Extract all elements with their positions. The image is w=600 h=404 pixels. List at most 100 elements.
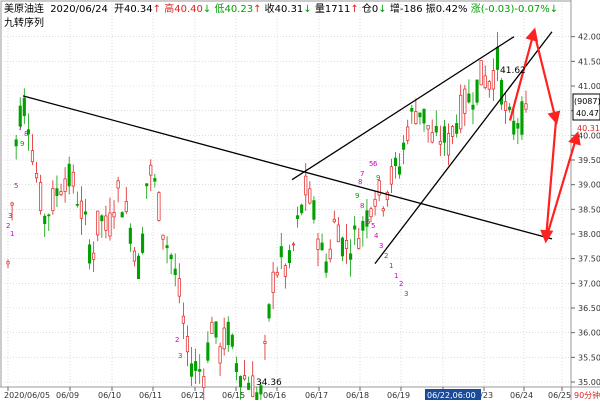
last-price-label: 40.31 (577, 124, 600, 133)
open-arrow: ↑ (153, 4, 161, 15)
y-axis[interactable]: 42.0041.5041.0040.5040.0039.5039.0038.50… (571, 33, 600, 387)
candle-body (446, 133, 451, 156)
header-line: 美原油连 2020/06/24 开40.34↑ 高40.40↓ 低40.23↑ … (4, 2, 558, 15)
candle-body (483, 75, 487, 88)
low-annotation: 34.36 (256, 378, 282, 388)
position-arrow: ↓ (378, 4, 386, 15)
candle-body (287, 250, 291, 263)
candle-body (357, 238, 361, 249)
indicator-name: 九转序列 (4, 16, 44, 29)
td-label: 9 (20, 140, 24, 148)
candle[interactable] (157, 191, 161, 222)
candle-body (10, 202, 14, 206)
y-tick-label: 41.50 (578, 57, 600, 66)
candle-body (43, 215, 47, 225)
timeframe-label[interactable]: 90分钟 (574, 390, 600, 400)
candle-body (153, 178, 157, 182)
td-label: 5 (14, 182, 18, 190)
x-tick-label: 06/12 (181, 391, 204, 400)
td-label: 7 (18, 124, 22, 132)
candle-body (487, 81, 491, 90)
candle-body (389, 166, 393, 185)
candle-body (422, 108, 426, 124)
high-label: 高40.40 (164, 2, 203, 15)
x-tick-label: 06/18 (346, 391, 369, 400)
candle[interactable] (475, 79, 479, 106)
td-label: 6 (373, 160, 378, 168)
candle-body (328, 248, 332, 260)
candle-body (267, 304, 271, 319)
candlestick-chart[interactable]: 78953212395 6789876 54321123 42.0041.5041.… (0, 0, 600, 404)
candle-body (451, 126, 455, 137)
candle[interactable] (255, 386, 259, 404)
y-tick-label: 39.00 (578, 181, 600, 190)
candle-body (145, 183, 149, 187)
candle-body (96, 210, 100, 236)
td-label: 3 (8, 212, 12, 220)
candle-body (108, 212, 112, 237)
x-tick-label: 2020/06/05 (4, 391, 50, 400)
candle-body (344, 240, 349, 249)
candle-body (35, 173, 39, 179)
candle[interactable] (312, 196, 316, 224)
candle-body (189, 363, 194, 377)
td-label: 3 (379, 242, 383, 250)
candle-body (161, 234, 165, 240)
candle[interactable] (479, 60, 483, 86)
td-label: 2 (399, 280, 403, 288)
candle-body (88, 244, 92, 264)
candle-body (59, 191, 63, 196)
candle-body (495, 46, 499, 70)
candle-body (181, 315, 185, 324)
candle-body (296, 215, 300, 219)
crosshair-date-label: 06/22,06:00 (427, 391, 476, 400)
instrument-title: 美原油连 (4, 2, 44, 15)
td-label: 8 (360, 202, 364, 210)
candle-body (434, 125, 438, 133)
candle-body (14, 139, 18, 147)
candle-body (39, 182, 43, 211)
candle-body (120, 212, 124, 218)
candle-body (177, 278, 181, 297)
candle-body (67, 163, 71, 187)
candle[interactable] (520, 96, 524, 140)
candle-body (402, 142, 406, 150)
y-tick-label: 38.00 (578, 230, 600, 239)
candle-body (459, 94, 463, 130)
td-label: 9 (376, 174, 380, 182)
candle-body (312, 200, 316, 220)
candle-body (263, 341, 267, 344)
candle-body (332, 218, 336, 223)
volume-label: 量1711 (315, 3, 350, 15)
candle-body (414, 111, 418, 124)
candle-body (173, 268, 177, 275)
amplitude-label: 振0.42% (426, 2, 468, 15)
candle-body (349, 253, 353, 260)
candle-body (442, 126, 446, 143)
y-tick-label: 36.00 (578, 329, 600, 338)
candle-body (491, 70, 495, 90)
candle-body (455, 123, 459, 134)
low-arrow: ↑ (253, 4, 261, 15)
candle-body (516, 123, 520, 129)
candle-body (463, 88, 467, 114)
candle-body (512, 120, 516, 135)
candle-body (210, 321, 214, 334)
candle-body (141, 233, 145, 253)
price-box-count: (9087) (574, 97, 600, 106)
candle-body (55, 188, 59, 196)
candle-body (218, 346, 222, 364)
candle-body (398, 166, 402, 175)
x-tick-label: 06/25 (548, 391, 571, 400)
candle-body (475, 79, 479, 103)
x-tick-label: 06/19 (387, 391, 410, 400)
x-axis[interactable]: 2020/06/05 06/09 06/10 06/11 06/12 06/15 06/16… (4, 387, 571, 400)
candle-body (47, 214, 51, 217)
candle-body (194, 361, 198, 371)
candle-body (255, 392, 259, 402)
td-label: 2 (384, 252, 388, 260)
candle[interactable] (136, 253, 141, 280)
candle-body (234, 363, 238, 372)
candle-body (238, 376, 243, 388)
candle-body (361, 220, 365, 231)
